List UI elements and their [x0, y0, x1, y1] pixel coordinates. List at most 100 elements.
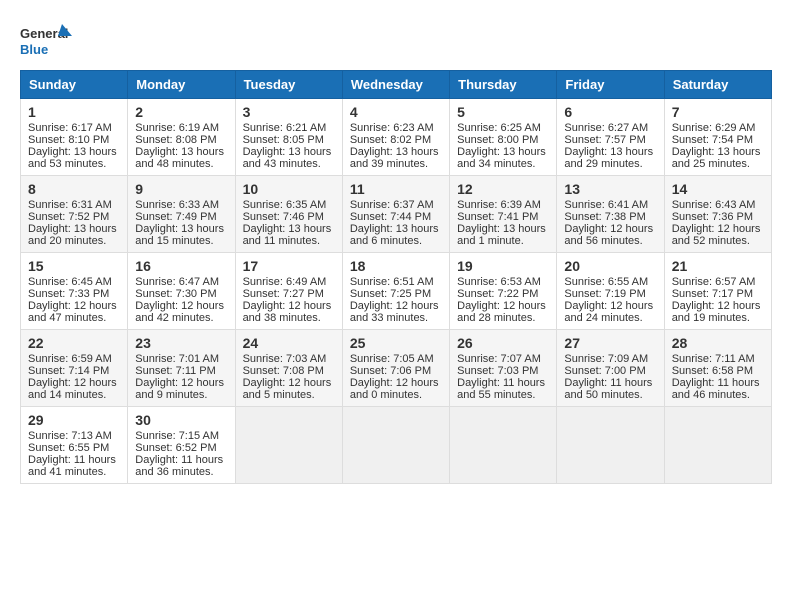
day-info-line: Sunrise: 6:35 AM — [243, 199, 335, 211]
day-info-line: Sunrise: 6:27 AM — [564, 122, 656, 134]
day-info-line: Daylight: 13 hours — [672, 146, 764, 158]
calendar-week-row: 8Sunrise: 6:31 AMSunset: 7:52 PMDaylight… — [21, 176, 772, 253]
day-info-line: and 0 minutes. — [350, 389, 442, 401]
day-number: 1 — [28, 104, 120, 120]
day-info-line: Sunrise: 6:25 AM — [457, 122, 549, 134]
day-info-line: Sunrise: 6:19 AM — [135, 122, 227, 134]
calendar-cell: 22Sunrise: 6:59 AMSunset: 7:14 PMDayligh… — [21, 330, 128, 407]
calendar-cell: 29Sunrise: 7:13 AMSunset: 6:55 PMDayligh… — [21, 407, 128, 484]
day-info-line: and 48 minutes. — [135, 158, 227, 170]
day-header-wednesday: Wednesday — [342, 71, 449, 99]
day-info-line: Sunrise: 7:05 AM — [350, 353, 442, 365]
calendar-cell: 15Sunrise: 6:45 AMSunset: 7:33 PMDayligh… — [21, 253, 128, 330]
day-info-line: Sunrise: 6:29 AM — [672, 122, 764, 134]
calendar-cell: 26Sunrise: 7:07 AMSunset: 7:03 PMDayligh… — [450, 330, 557, 407]
calendar-cell: 12Sunrise: 6:39 AMSunset: 7:41 PMDayligh… — [450, 176, 557, 253]
day-info-line: and 38 minutes. — [243, 312, 335, 324]
day-info-line: and 25 minutes. — [672, 158, 764, 170]
day-info-line: and 33 minutes. — [350, 312, 442, 324]
day-number: 20 — [564, 258, 656, 274]
day-info-line: Sunset: 7:57 PM — [564, 134, 656, 146]
day-info-line: Daylight: 13 hours — [135, 223, 227, 235]
day-info-line: Sunset: 7:36 PM — [672, 211, 764, 223]
day-info-line: Daylight: 12 hours — [672, 300, 764, 312]
day-info-line: and 56 minutes. — [564, 235, 656, 247]
day-info-line: Daylight: 13 hours — [28, 146, 120, 158]
day-info-line: Daylight: 13 hours — [243, 146, 335, 158]
day-info-line: Daylight: 13 hours — [243, 223, 335, 235]
day-info-line: and 39 minutes. — [350, 158, 442, 170]
day-info-line: and 53 minutes. — [28, 158, 120, 170]
day-header-monday: Monday — [128, 71, 235, 99]
calendar-cell — [557, 407, 664, 484]
calendar-cell: 18Sunrise: 6:51 AMSunset: 7:25 PMDayligh… — [342, 253, 449, 330]
calendar-week-row: 15Sunrise: 6:45 AMSunset: 7:33 PMDayligh… — [21, 253, 772, 330]
day-info-line: and 29 minutes. — [564, 158, 656, 170]
calendar-cell: 24Sunrise: 7:03 AMSunset: 7:08 PMDayligh… — [235, 330, 342, 407]
day-info-line: Sunrise: 7:13 AM — [28, 430, 120, 442]
calendar-cell: 30Sunrise: 7:15 AMSunset: 6:52 PMDayligh… — [128, 407, 235, 484]
day-info-line: Sunrise: 7:15 AM — [135, 430, 227, 442]
day-info-line: Sunset: 6:58 PM — [672, 365, 764, 377]
day-info-line: Sunset: 7:44 PM — [350, 211, 442, 223]
day-info-line: Sunrise: 6:21 AM — [243, 122, 335, 134]
day-info-line: and 14 minutes. — [28, 389, 120, 401]
day-info-line: and 15 minutes. — [135, 235, 227, 247]
day-info-line: Sunset: 6:55 PM — [28, 442, 120, 454]
day-info-line: and 41 minutes. — [28, 466, 120, 478]
day-info-line: and 36 minutes. — [135, 466, 227, 478]
day-info-line: Sunrise: 6:49 AM — [243, 276, 335, 288]
day-info-line: Sunset: 7:46 PM — [243, 211, 335, 223]
calendar-body: 1Sunrise: 6:17 AMSunset: 8:10 PMDaylight… — [21, 99, 772, 484]
day-info-line: Sunset: 7:41 PM — [457, 211, 549, 223]
day-info-line: Sunset: 8:00 PM — [457, 134, 549, 146]
day-number: 26 — [457, 335, 549, 351]
calendar-cell: 5Sunrise: 6:25 AMSunset: 8:00 PMDaylight… — [450, 99, 557, 176]
day-header-tuesday: Tuesday — [235, 71, 342, 99]
calendar-cell: 2Sunrise: 6:19 AMSunset: 8:08 PMDaylight… — [128, 99, 235, 176]
calendar-cell: 10 Sunrise: 6:35 AMSunset: 7:46 PMDayligh… — [235, 176, 342, 253]
day-number: 18 — [350, 258, 442, 274]
calendar-cell: 14Sunrise: 6:43 AMSunset: 7:36 PMDayligh… — [664, 176, 771, 253]
day-info-line: Daylight: 11 hours — [135, 454, 227, 466]
day-info-line: Sunset: 7:17 PM — [672, 288, 764, 300]
day-info-line: Daylight: 13 hours — [28, 223, 120, 235]
day-info-line: and 1 minute. — [457, 235, 549, 247]
day-info-line: and 34 minutes. — [457, 158, 549, 170]
day-info-line: Daylight: 12 hours — [135, 377, 227, 389]
day-info-line: and 43 minutes. — [243, 158, 335, 170]
day-info-line: Daylight: 12 hours — [350, 377, 442, 389]
day-number: 16 — [135, 258, 227, 274]
day-info-line: Sunset: 7:11 PM — [135, 365, 227, 377]
day-info-line: Daylight: 11 hours — [457, 377, 549, 389]
day-info-line: Sunrise: 6:41 AM — [564, 199, 656, 211]
day-info-line: Daylight: 11 hours — [672, 377, 764, 389]
day-info-line: Daylight: 13 hours — [457, 223, 549, 235]
day-number: 7 — [672, 104, 764, 120]
day-number: 11 — [350, 181, 442, 197]
day-info-line: Sunset: 8:05 PM — [243, 134, 335, 146]
day-header-thursday: Thursday — [450, 71, 557, 99]
day-info-line: Sunrise: 6:31 AM — [28, 199, 120, 211]
day-info-line: Daylight: 12 hours — [28, 377, 120, 389]
day-number: 8 — [28, 181, 120, 197]
day-number: 23 — [135, 335, 227, 351]
day-info-line: Sunrise: 6:43 AM — [672, 199, 764, 211]
day-info-line: and 20 minutes. — [28, 235, 120, 247]
day-info-line: and 42 minutes. — [135, 312, 227, 324]
day-info-line: Sunset: 7:19 PM — [564, 288, 656, 300]
day-info-line: Daylight: 12 hours — [350, 300, 442, 312]
day-header-friday: Friday — [557, 71, 664, 99]
day-info-line: Sunrise: 6:33 AM — [135, 199, 227, 211]
calendar-cell: 13Sunrise: 6:41 AMSunset: 7:38 PMDayligh… — [557, 176, 664, 253]
day-number: 10 — [243, 181, 335, 197]
day-number: 2 — [135, 104, 227, 120]
calendar-week-row: 22Sunrise: 6:59 AMSunset: 7:14 PMDayligh… — [21, 330, 772, 407]
day-info-line: Sunrise: 6:37 AM — [350, 199, 442, 211]
calendar-cell: 28Sunrise: 7:11 AMSunset: 6:58 PMDayligh… — [664, 330, 771, 407]
day-info-line: and 24 minutes. — [564, 312, 656, 324]
calendar-cell: 7Sunrise: 6:29 AMSunset: 7:54 PMDaylight… — [664, 99, 771, 176]
day-info-line: Daylight: 12 hours — [135, 300, 227, 312]
day-number: 24 — [243, 335, 335, 351]
svg-text:Blue: Blue — [20, 42, 48, 57]
